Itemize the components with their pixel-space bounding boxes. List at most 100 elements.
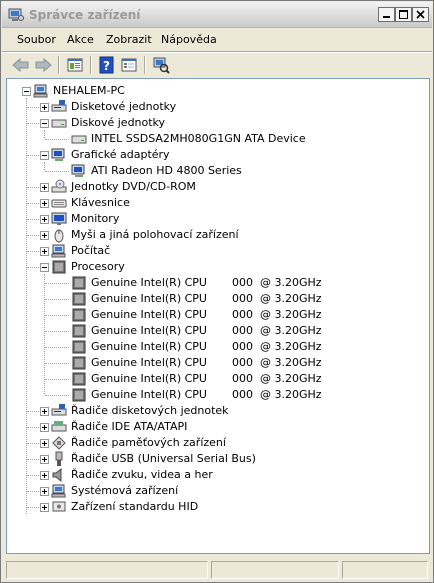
- tree-line: [27, 507, 39, 508]
- tree-line: [27, 155, 39, 156]
- cpu-name: Genuine Intel(R) CPU: [91, 340, 207, 353]
- svg-text:?: ?: [103, 59, 110, 73]
- tree-line: [27, 491, 39, 492]
- collapse-toggle[interactable]: [40, 151, 49, 160]
- console-tree-icon[interactable]: [65, 55, 85, 75]
- cpu-name: Genuine Intel(R) CPU: [91, 388, 207, 401]
- cpu-speed: 000 @ 3.20GHz: [232, 388, 322, 401]
- tree-label: Řadiče disketových jednotek: [71, 404, 229, 417]
- scan-hardware-icon[interactable]: [151, 55, 171, 75]
- processor-icon: [71, 387, 87, 403]
- tree-label: Myši a jiná polohovací zařízení: [71, 228, 239, 241]
- expand-toggle[interactable]: [40, 503, 49, 512]
- cpu-name: Genuine Intel(R) CPU: [91, 276, 207, 289]
- expand-toggle[interactable]: [40, 487, 49, 496]
- menu-akce[interactable]: Akce: [67, 33, 94, 46]
- tree-item-cpu[interactable]: Genuine Intel(R) CPU 000 @ 3.20GHz: [7, 307, 427, 323]
- tree-item-monitors[interactable]: Monitory: [7, 211, 427, 227]
- tree-item-cpu[interactable]: Genuine Intel(R) CPU 000 @ 3.20GHz: [7, 291, 427, 307]
- tree-item-disk[interactable]: Diskové jednotky: [7, 115, 427, 131]
- expand-toggle[interactable]: [40, 183, 49, 192]
- toolbar: ?: [2, 53, 432, 77]
- device-tree[interactable]: NEHALEM-PC Disketové jednotky Diskové je…: [6, 78, 430, 554]
- tree-item-storage[interactable]: Řadiče paměťových zařízení: [7, 435, 427, 451]
- tree-item-keyboard[interactable]: Klávesnice: [7, 195, 427, 211]
- tree-label: Řadiče zvuku, videa a her: [71, 468, 213, 481]
- menu-zobrazit[interactable]: Zobrazit: [106, 33, 152, 46]
- expand-toggle[interactable]: [40, 231, 49, 240]
- tree-label: ATI Radeon HD 4800 Series: [91, 164, 242, 177]
- expand-toggle[interactable]: [40, 199, 49, 208]
- tree-line: [45, 299, 69, 300]
- back-icon[interactable]: [11, 55, 31, 75]
- monitor-icon: [51, 211, 67, 227]
- tree-item-hid[interactable]: Zařízení standardu HID: [7, 499, 427, 515]
- tree-item-processors[interactable]: Procesory: [7, 259, 427, 275]
- disk-drive-icon: [51, 115, 67, 131]
- window-title: Správce zařízení: [29, 8, 141, 22]
- help-icon[interactable]: ?: [97, 55, 117, 75]
- tree-item-computer[interactable]: Počítač: [7, 243, 427, 259]
- tree-line: [45, 139, 69, 140]
- expand-toggle[interactable]: [40, 423, 49, 432]
- tree-item-display-child[interactable]: ATI Radeon HD 4800 Series: [7, 163, 427, 179]
- tree-item-system[interactable]: Systémová zařízení: [7, 483, 427, 499]
- tree-item-cpu[interactable]: Genuine Intel(R) CPU 000 @ 3.20GHz: [7, 339, 427, 355]
- properties-icon[interactable]: [119, 55, 139, 75]
- tree-item-floppy-ctrl[interactable]: Řadiče disketových jednotek: [7, 403, 427, 419]
- tree-line: [45, 331, 69, 332]
- title-bar[interactable]: Správce zařízení: [2, 2, 432, 28]
- cpu-speed: 000 @ 3.20GHz: [232, 356, 322, 369]
- cpu-speed: 000 @ 3.20GHz: [232, 292, 322, 305]
- expand-toggle[interactable]: [40, 103, 49, 112]
- tree-item-dvd[interactable]: Jednotky DVD/CD-ROM: [7, 179, 427, 195]
- tree-line: [45, 347, 69, 348]
- tree-item-disk-child[interactable]: INTEL SSDSA2MH080G1GN ATA Device: [7, 131, 427, 147]
- mouse-icon: [51, 227, 67, 243]
- menu-soubor[interactable]: Soubor: [17, 33, 56, 46]
- maximize-button[interactable]: [395, 7, 412, 22]
- collapse-toggle[interactable]: [22, 87, 31, 96]
- computer-icon: [51, 243, 67, 259]
- tree-item-cpu[interactable]: Genuine Intel(R) CPU 000 @ 3.20GHz: [7, 355, 427, 371]
- tree-item-display[interactable]: Grafické adaptéry: [7, 147, 427, 163]
- collapse-toggle[interactable]: [40, 119, 49, 128]
- status-pane: [342, 561, 428, 579]
- floppy-drive-icon: [51, 99, 67, 115]
- forward-icon[interactable]: [33, 55, 53, 75]
- collapse-toggle[interactable]: [40, 263, 49, 272]
- tree-item-cpu[interactable]: Genuine Intel(R) CPU 000 @ 3.20GHz: [7, 275, 427, 291]
- tree-label: Řadiče IDE ATA/ATAPI: [71, 420, 188, 433]
- minimize-button[interactable]: [378, 7, 395, 22]
- menu-napoveda[interactable]: Nápověda: [161, 33, 217, 46]
- tree-label: Řadiče paměťových zařízení: [71, 436, 226, 449]
- tree-item-sound[interactable]: Řadiče zvuku, videa a her: [7, 467, 427, 483]
- tree-line: [45, 379, 69, 380]
- storage-controller-icon: [51, 435, 67, 451]
- tree-line: [45, 363, 69, 364]
- tree-item-mice[interactable]: Myši a jiná polohovací zařízení: [7, 227, 427, 243]
- tree-item-cpu[interactable]: Genuine Intel(R) CPU 000 @ 3.20GHz: [7, 323, 427, 339]
- expand-toggle[interactable]: [40, 455, 49, 464]
- tree-item-floppy[interactable]: Disketové jednotky: [7, 99, 427, 115]
- expand-toggle[interactable]: [40, 247, 49, 256]
- tree-item-cpu[interactable]: Genuine Intel(R) CPU 000 @ 3.20GHz: [7, 371, 427, 387]
- tree-item-usb[interactable]: Řadiče USB (Universal Serial Bus): [7, 451, 427, 467]
- expand-toggle[interactable]: [40, 471, 49, 480]
- tree-root[interactable]: NEHALEM-PC: [7, 83, 427, 99]
- expand-toggle[interactable]: [40, 407, 49, 416]
- cpu-name: Genuine Intel(R) CPU: [91, 356, 207, 369]
- processor-icon: [71, 323, 87, 339]
- tree-line: [27, 427, 39, 428]
- expand-toggle[interactable]: [40, 439, 49, 448]
- close-button[interactable]: [412, 7, 429, 22]
- system-devices-icon: [51, 483, 67, 499]
- computer-icon: [33, 83, 49, 99]
- tree-label: Zařízení standardu HID: [71, 500, 199, 513]
- tree-label: Řadiče USB (Universal Serial Bus): [71, 452, 256, 465]
- expand-toggle[interactable]: [40, 215, 49, 224]
- tree-line: [27, 123, 39, 124]
- tree-label: Diskové jednotky: [71, 116, 166, 129]
- tree-item-cpu[interactable]: Genuine Intel(R) CPU 000 @ 3.20GHz: [7, 387, 427, 403]
- tree-item-ide[interactable]: Řadiče IDE ATA/ATAPI: [7, 419, 427, 435]
